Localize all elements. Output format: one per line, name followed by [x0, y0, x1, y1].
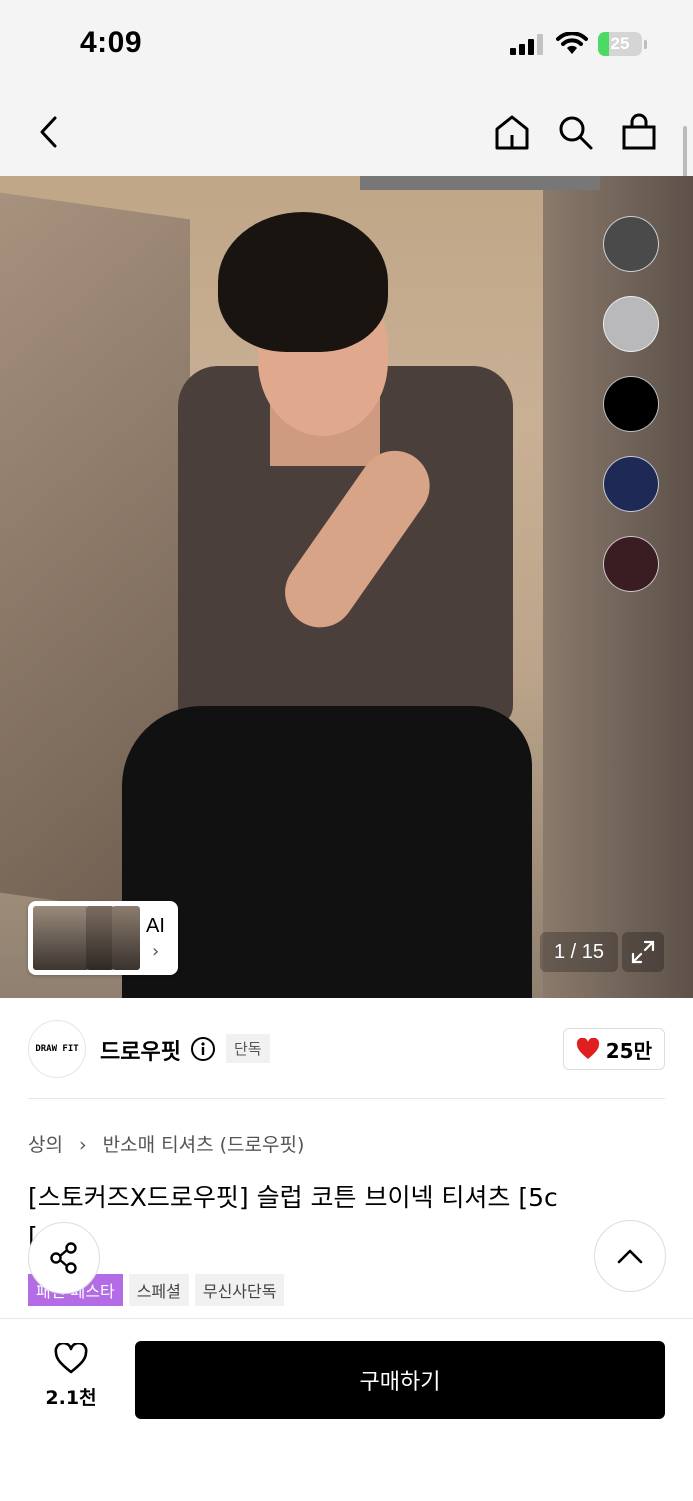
wifi-icon — [556, 32, 588, 54]
ai-thumbnail — [86, 906, 114, 970]
share-icon — [50, 1242, 77, 1274]
ai-styling-button[interactable]: AI › — [28, 901, 178, 975]
scroll-to-top-button[interactable] — [594, 1220, 666, 1292]
color-swatch[interactable] — [603, 536, 659, 592]
status-icons: 25 — [510, 32, 647, 56]
color-swatch[interactable] — [603, 216, 659, 272]
chevron-left-icon — [40, 116, 57, 148]
image-page-counter: 1 / 15 — [540, 932, 618, 972]
home-icon — [495, 115, 529, 150]
tag-musinsa-exclusive[interactable]: 무신사단독 — [194, 1274, 285, 1306]
product-image-gallery[interactable]: AI › 1 / 15 — [0, 176, 693, 998]
exclusive-badge: 단독 — [226, 1034, 270, 1063]
ai-thumbnail — [33, 906, 89, 970]
product-title: [스토커즈X드로우핏] 슬럽 코튼 브이넥 티셔츠 [5c — [28, 1183, 558, 1212]
background-rail — [360, 176, 600, 190]
color-swatch[interactable] — [603, 296, 659, 352]
home-button[interactable] — [488, 108, 536, 156]
heart-outline-icon — [54, 1341, 88, 1374]
battery-percent: 25 — [610, 34, 630, 53]
tag-special[interactable]: 스페셜 — [128, 1274, 189, 1306]
brand-name[interactable]: 드로우핏 — [100, 1034, 181, 1066]
search-button[interactable] — [551, 108, 599, 156]
model-pants — [122, 706, 532, 998]
model-hair — [218, 212, 388, 352]
status-bar: 4:09 25 — [0, 0, 693, 90]
back-button[interactable] — [26, 108, 74, 156]
bottom-purchase-bar: 2.1천 구매하기 — [0, 1318, 693, 1501]
cellular-signal-icon — [510, 34, 543, 55]
cart-button[interactable] — [615, 108, 663, 156]
breadcrumb-subcategory[interactable]: 반소매 티셔츠 (드로우핏) — [103, 1134, 305, 1156]
chevron-right-icon: › — [79, 1134, 87, 1156]
buy-button[interactable]: 구매하기 — [135, 1341, 665, 1419]
expand-icon — [631, 940, 655, 964]
share-button[interactable] — [28, 1222, 100, 1294]
breadcrumb-category[interactable]: 상의 — [28, 1134, 63, 1156]
heart-filled-icon — [576, 1038, 599, 1059]
ai-label: AI — [146, 915, 165, 937]
top-navigation — [0, 90, 693, 176]
ai-thumbnail — [112, 906, 140, 970]
battery-cap — [644, 39, 647, 49]
chevron-right-icon: › — [152, 941, 160, 962]
wishlist-button[interactable]: 2.1천 — [36, 1341, 106, 1410]
brand-logo[interactable]: DRAW FIT — [28, 1020, 86, 1078]
chevron-up-icon — [617, 1249, 643, 1264]
divider — [28, 1098, 665, 1099]
expand-image-button[interactable] — [622, 932, 664, 972]
shopping-bag-icon — [622, 113, 656, 150]
info-icon[interactable] — [190, 1036, 216, 1062]
brand-like-button[interactable]: 25만 — [562, 1028, 665, 1070]
brand-like-count: 25만 — [605, 1038, 652, 1063]
brand-row: DRAW FIT 드로우핏 단독 25만 — [28, 1020, 665, 1078]
color-swatch[interactable] — [603, 456, 659, 512]
color-swatches — [603, 216, 659, 592]
status-time: 4:09 — [80, 26, 143, 59]
search-icon — [559, 116, 593, 150]
breadcrumb: 상의 › 반소매 티셔츠 (드로우핏) — [28, 1130, 304, 1157]
color-swatch[interactable] — [603, 376, 659, 432]
battery-icon: 25 — [598, 32, 642, 56]
wishlist-count: 2.1천 — [45, 1387, 97, 1409]
